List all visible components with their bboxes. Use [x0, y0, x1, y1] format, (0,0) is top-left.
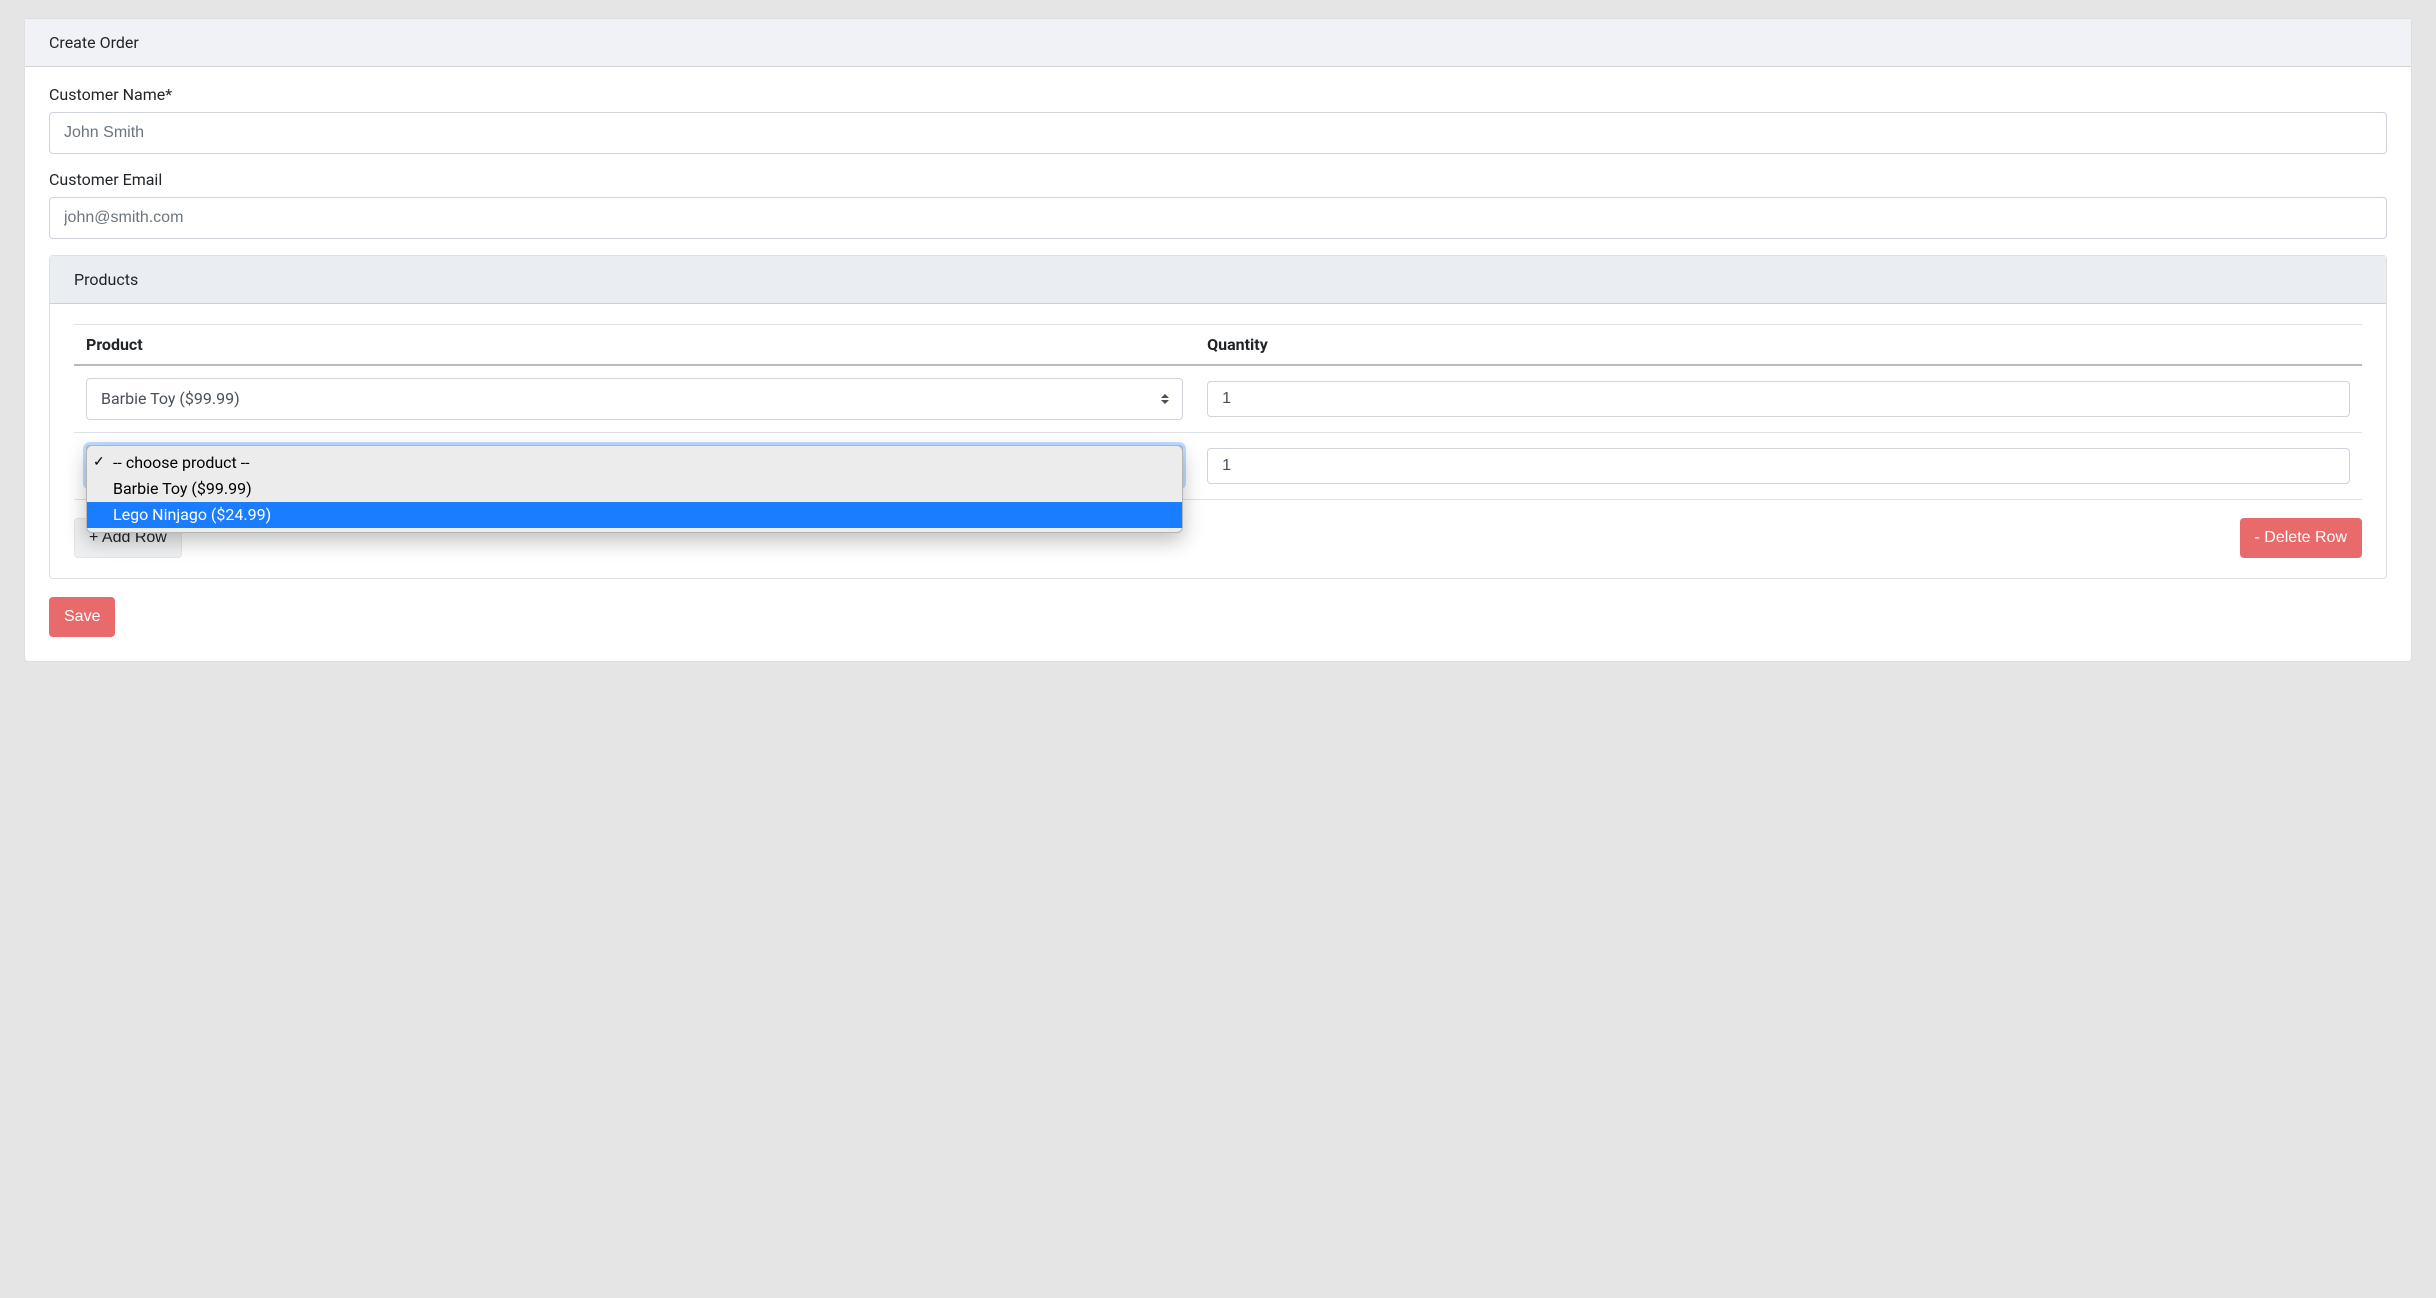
- select-arrows-icon: [1160, 391, 1170, 407]
- customer-name-input[interactable]: [49, 112, 2387, 154]
- product-select-value: Barbie Toy ($99.99): [101, 389, 240, 408]
- customer-name-group: Customer Name*: [49, 85, 2387, 154]
- product-dropdown-menu: -- choose product -- Barbie Toy ($99.99)…: [86, 445, 1183, 533]
- customer-email-input[interactable]: [49, 197, 2387, 239]
- save-button[interactable]: Save: [49, 597, 115, 637]
- create-order-card: Create Order Customer Name* Customer Ema…: [24, 18, 2412, 662]
- customer-email-group: Customer Email: [49, 170, 2387, 239]
- quantity-input[interactable]: [1207, 381, 2350, 417]
- customer-email-label: Customer Email: [49, 170, 2387, 189]
- dropdown-option-lego[interactable]: Lego Ninjago ($24.99): [87, 502, 1182, 528]
- table-row: -- choose product -- -- choose product -…: [74, 433, 2362, 500]
- products-table: Product Quantity Barbie Toy ($99.99): [74, 324, 2362, 500]
- column-header-product: Product: [74, 325, 1195, 366]
- card-title: Create Order: [25, 19, 2411, 67]
- delete-row-button[interactable]: - Delete Row: [2240, 518, 2362, 558]
- table-row: Barbie Toy ($99.99): [74, 365, 2362, 433]
- products-panel-title: Products: [50, 256, 2386, 304]
- quantity-input[interactable]: [1207, 448, 2350, 484]
- dropdown-option-placeholder[interactable]: -- choose product --: [87, 450, 1182, 476]
- dropdown-option-barbie[interactable]: Barbie Toy ($99.99): [87, 476, 1182, 502]
- product-select[interactable]: Barbie Toy ($99.99): [86, 378, 1183, 420]
- column-header-quantity: Quantity: [1195, 325, 2362, 366]
- customer-name-label: Customer Name*: [49, 85, 2387, 104]
- products-panel: Products Product Quantity: [49, 255, 2387, 579]
